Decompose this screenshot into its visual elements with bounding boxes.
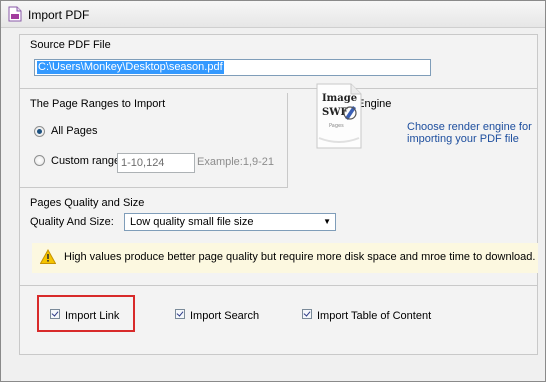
- import-search-checkbox[interactable]: [175, 309, 185, 319]
- quality-field-label: Quality And Size:: [30, 216, 114, 228]
- divider: [20, 285, 537, 286]
- render-engine-desc-2: importing your PDF file: [407, 133, 519, 145]
- range-example: Example:1,9-21: [197, 156, 275, 168]
- quality-selected-value: Low quality small file size: [130, 216, 254, 228]
- import-search-label[interactable]: Import Search: [190, 310, 259, 322]
- engine-image-line1: Image: [322, 93, 357, 104]
- all-pages-label[interactable]: All Pages: [51, 125, 97, 137]
- divider: [287, 93, 288, 188]
- dropdown-arrow-icon[interactable]: ▼: [323, 217, 331, 226]
- quality-select[interactable]: Low quality small file size ▼: [124, 213, 336, 231]
- pdf-icon: [8, 6, 22, 22]
- render-engine-desc-1: Choose render engine for: [407, 121, 532, 133]
- page-ranges-group-label: The Page Ranges to Import: [30, 98, 166, 110]
- import-toc-label[interactable]: Import Table of Content: [317, 310, 431, 322]
- import-toc-checkbox[interactable]: [302, 309, 312, 319]
- custom-range-input[interactable]: 1-10,124: [117, 153, 195, 173]
- custom-range-radio[interactable]: [34, 155, 45, 166]
- import-link-highlight: [37, 295, 135, 332]
- title-bar: Import PDF: [1, 1, 545, 28]
- warning-text: High values produce better page quality …: [64, 251, 536, 263]
- source-group-label: Source PDF File: [30, 39, 111, 51]
- quality-group-label: Pages Quality and Size: [30, 197, 145, 209]
- image-swf-engine-icon[interactable]: Image SWF Pages: [313, 82, 363, 150]
- engine-image-line3: Pages: [329, 123, 344, 129]
- divider: [20, 187, 287, 188]
- divider: [20, 88, 537, 89]
- all-pages-radio[interactable]: [34, 126, 45, 137]
- window-title: Import PDF: [28, 8, 90, 22]
- warning-bar: High values produce better page quality …: [32, 243, 538, 273]
- warning-icon: [40, 249, 56, 264]
- source-path-field[interactable]: C:\Users\Monkey\Desktop\season.pdf: [34, 59, 431, 76]
- source-path-value: C:\Users\Monkey\Desktop\season.pdf: [37, 61, 224, 74]
- custom-range-label[interactable]: Custom range:: [51, 155, 123, 167]
- import-pdf-window: Import PDF Source PDF File C:\Users\Monk…: [0, 0, 546, 382]
